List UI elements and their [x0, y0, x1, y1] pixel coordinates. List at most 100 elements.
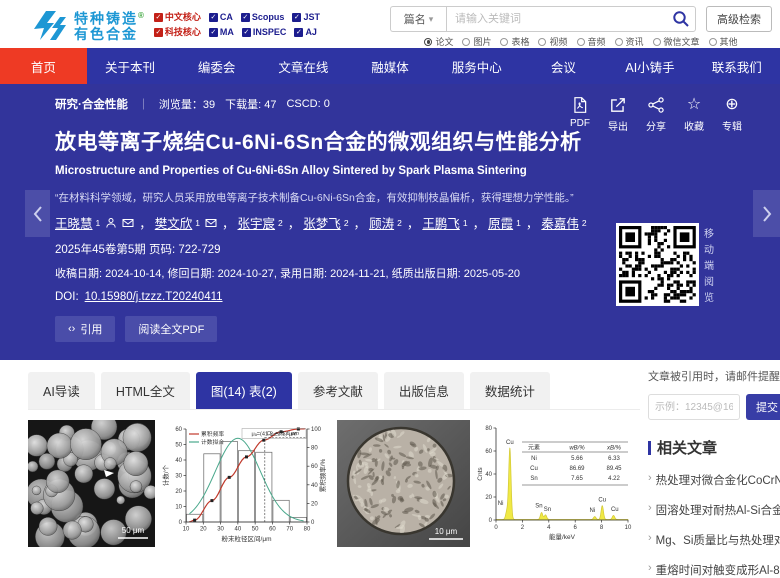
- related-articles-header: 相关文章: [648, 437, 780, 458]
- scope-weixin[interactable]: 微信文章: [653, 35, 700, 48]
- tab-references[interactable]: 参考文献: [298, 372, 378, 409]
- nav-articles-online[interactable]: 文章在线: [260, 48, 347, 84]
- read-fulltext-pdf-button[interactable]: 阅读全文PDF: [125, 316, 217, 342]
- nav-service-center[interactable]: 服务中心: [433, 48, 520, 84]
- svg-text:86.69: 86.69: [569, 466, 585, 472]
- email-alert-form: 提交: [648, 394, 780, 420]
- author-link[interactable]: 张宇宸2: [238, 213, 304, 232]
- search-icon[interactable]: [672, 10, 690, 28]
- svg-text:60: 60: [269, 527, 276, 533]
- badge-aj: ✓AJ: [294, 25, 317, 40]
- figure-size-histogram-thumbnail[interactable]: 1020304050607080010203040506002040608010…: [161, 420, 331, 547]
- svg-text:40: 40: [235, 527, 242, 533]
- article-summary: “在材料科学领域，研究人员采用放电等离子技术制备Cu-6Ni-6Sn合金，有效抑…: [55, 190, 620, 205]
- site-logo[interactable]: 特种铸造® 有色合金: [30, 8, 144, 42]
- badge-kejihexin: ✓科技核心: [154, 25, 201, 40]
- author-link[interactable]: 张梦飞2: [303, 213, 369, 232]
- badge-ma: ✓MA: [209, 25, 234, 40]
- doi-label: DOI:: [55, 291, 79, 303]
- figure-sem-particle-thumbnail[interactable]: 10 μm: [337, 420, 470, 547]
- favorite-action[interactable]: ☆ 收藏: [684, 96, 704, 133]
- nav-about[interactable]: 关于本刊: [87, 48, 174, 84]
- badge-scopus: ✓Scopus: [241, 10, 285, 25]
- search-field-select[interactable]: 篇名▾: [390, 6, 446, 32]
- svg-text:Sn: Sn: [535, 503, 542, 509]
- author-link[interactable]: 原霞1: [488, 213, 541, 232]
- search-input[interactable]: [446, 6, 696, 32]
- carousel-prev-button[interactable]: [25, 190, 50, 237]
- tab-figures-tables[interactable]: 图(14) 表(2): [196, 372, 292, 409]
- related-articles-title: 相关文章: [657, 437, 717, 458]
- author-link[interactable]: 王晓慧1: [55, 213, 155, 232]
- code-brackets-icon: ‹›: [68, 323, 75, 335]
- svg-text:40: 40: [175, 458, 182, 464]
- scope-lunwen[interactable]: 论文: [424, 35, 453, 48]
- svg-text:20: 20: [200, 527, 207, 533]
- album-action[interactable]: ⊕ 专辑: [722, 96, 742, 133]
- scope-qita[interactable]: 其他: [709, 35, 738, 48]
- svg-text:4.22: 4.22: [608, 476, 620, 482]
- cite-button[interactable]: ‹›引用: [55, 316, 115, 342]
- nav-media[interactable]: 融媒体: [347, 48, 434, 84]
- mail-icon[interactable]: [122, 217, 134, 229]
- related-article-link[interactable]: ›重熔时间对触变成形Al-8Si合金...: [648, 562, 780, 578]
- share-action[interactable]: 分享: [646, 96, 666, 133]
- qr-code: [616, 223, 699, 306]
- nav-home[interactable]: 首页: [0, 48, 87, 84]
- svg-text:20: 20: [175, 489, 182, 495]
- svg-text:89.45: 89.45: [606, 466, 622, 472]
- svg-text:100: 100: [311, 427, 322, 433]
- pdf-action[interactable]: PDF: [570, 96, 590, 133]
- banner-buttons: ‹›引用 阅读全文PDF: [55, 316, 780, 342]
- checkbox-icon: ✓: [154, 13, 163, 22]
- star-icon: ☆: [685, 96, 703, 114]
- article-banner: 研究·合金性能 ｜ 浏览量：39 下载量: 47 CSCD: 0 PDF 导出 …: [0, 84, 780, 360]
- checkbox-icon: ✓: [292, 13, 301, 22]
- nav-conference[interactable]: 会议: [520, 48, 607, 84]
- nav-ai-assistant[interactable]: AI小铸手: [607, 48, 694, 84]
- chevron-right-icon: [762, 205, 772, 223]
- main-content: AI导读 HTML全文 图(14) 表(2) 参考文献 出版信息 数据统计 50…: [0, 360, 780, 547]
- scope-biaoge[interactable]: 表格: [500, 35, 529, 48]
- figure-eds-spectrum-thumbnail[interactable]: 0246810020406080能量/keVCntsNiCuSnSnNiCuCu…: [476, 420, 640, 547]
- person-icon[interactable]: [105, 217, 117, 229]
- svg-text:6: 6: [574, 525, 578, 531]
- related-article-link[interactable]: ›Mg、Si质量比与热处理对压铸Al...: [648, 532, 780, 548]
- tab-html-fulltext[interactable]: HTML全文: [101, 372, 190, 409]
- tab-publication-info[interactable]: 出版信息: [384, 372, 464, 409]
- svg-text:40: 40: [311, 483, 318, 489]
- nav-editorial-board[interactable]: 编委会: [173, 48, 260, 84]
- svg-text:D₅₀=55.6 μm: D₅₀=55.6 μm: [267, 431, 299, 437]
- article-category[interactable]: 研究·合金性能: [55, 96, 128, 112]
- svg-text:Cu: Cu: [530, 466, 538, 472]
- email-field[interactable]: [648, 394, 740, 420]
- scope-tupian[interactable]: 图片: [462, 35, 491, 48]
- svg-text:Cu: Cu: [611, 507, 619, 513]
- advanced-search-button[interactable]: 高级检索: [706, 6, 772, 32]
- svg-text:xB/%: xB/%: [606, 446, 622, 452]
- scope-yinpin[interactable]: 音频: [577, 35, 606, 48]
- svg-text:累积频率: 累积频率: [201, 430, 224, 438]
- carousel-next-button[interactable]: [753, 190, 780, 237]
- radio-icon: [424, 38, 432, 46]
- svg-text:50: 50: [252, 527, 259, 533]
- related-article-link[interactable]: ›固溶处理对耐热Al-Si合金组织及...: [648, 502, 780, 518]
- meta-separator: ｜: [138, 96, 149, 112]
- author-link[interactable]: 秦嘉伟2: [541, 213, 586, 232]
- scope-shipin[interactable]: 视频: [538, 35, 567, 48]
- figure-sem-powder-thumbnail[interactable]: 50 μm: [28, 420, 155, 547]
- mail-icon[interactable]: [205, 217, 217, 229]
- related-article-link[interactable]: ›热处理对微合金化CoCrNiFe₂高...: [648, 472, 780, 488]
- nav-contact[interactable]: 联系我们: [693, 48, 780, 84]
- author-link[interactable]: 樊文欣1: [155, 213, 238, 232]
- submit-button[interactable]: 提交: [746, 394, 780, 420]
- scope-zixun[interactable]: 资讯: [615, 35, 644, 48]
- svg-text:Cu: Cu: [506, 440, 514, 446]
- author-link[interactable]: 顾涛2: [369, 213, 422, 232]
- export-action[interactable]: 导出: [608, 96, 628, 133]
- doi-link[interactable]: 10.15980/j.tzzz.T20240411: [85, 291, 223, 303]
- tab-ai-digest[interactable]: AI导读: [28, 372, 95, 409]
- tab-statistics[interactable]: 数据统计: [470, 372, 550, 409]
- author-link[interactable]: 王鹏飞1: [422, 213, 488, 232]
- tab-strip: AI导读 HTML全文 图(14) 表(2) 参考文献 出版信息 数据统计: [28, 372, 640, 410]
